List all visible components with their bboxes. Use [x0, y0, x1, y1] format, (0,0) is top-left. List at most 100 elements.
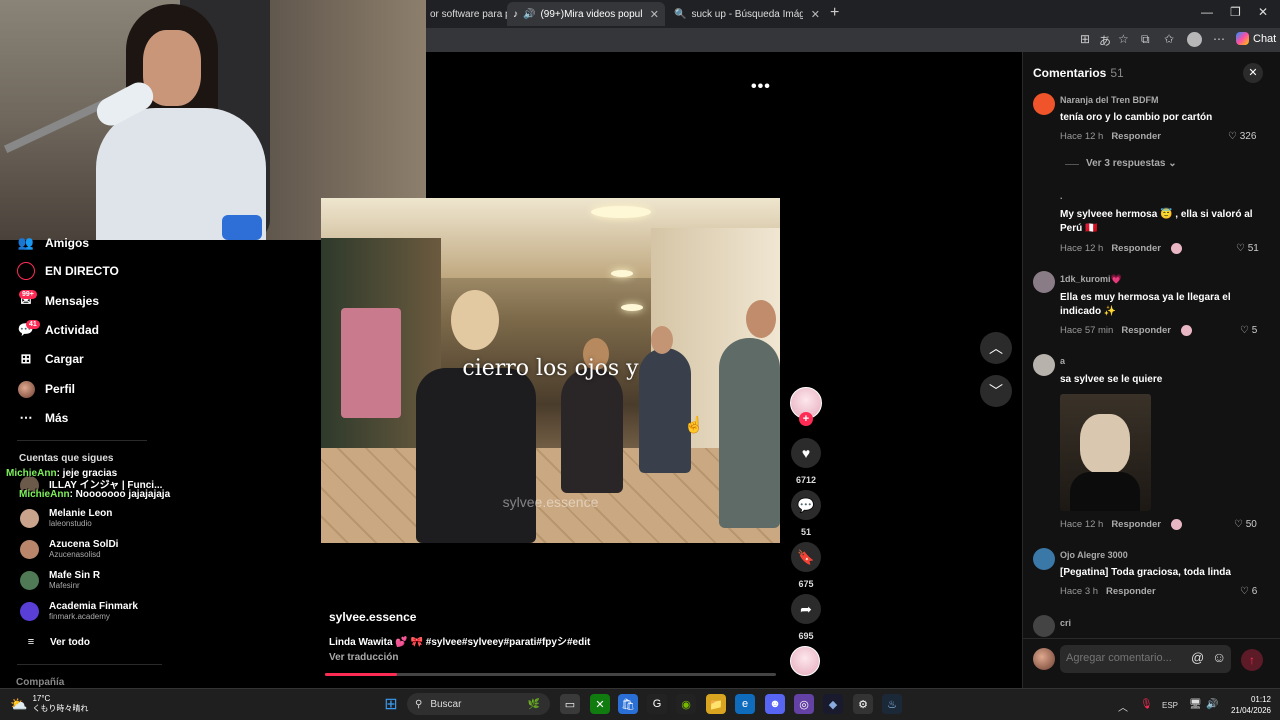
mention-icon[interactable]: @: [1191, 650, 1204, 665]
comment-username[interactable]: .: [1060, 191, 1063, 201]
windows-start-icon[interactable]: ⊞: [381, 694, 401, 714]
sidebar-item-cargar[interactable]: ⊞ Cargar: [17, 350, 84, 368]
browser-tab[interactable]: 🔍 suck up - Búsqueda Imágenes ✕: [668, 2, 826, 26]
chat-username: MichieAnn: [19, 489, 70, 500]
sidebar-item-amigos[interactable]: 👥 Amigos: [17, 234, 89, 252]
taskbar-search[interactable]: ⚲ Buscar 🌿: [407, 693, 550, 715]
reply-button[interactable]: Responder: [1111, 131, 1161, 142]
store-icon[interactable]: 🛍: [618, 694, 638, 714]
share-button[interactable]: ➦: [791, 594, 821, 624]
comment-like-button[interactable]: ♡ 326: [1228, 131, 1256, 142]
copilot-chat-button[interactable]: Chat: [1236, 32, 1276, 45]
file-explorer-icon[interactable]: 📁: [706, 694, 726, 714]
reply-button[interactable]: Responder: [1111, 243, 1161, 254]
see-all-link[interactable]: ≡ Ver todo: [22, 633, 90, 651]
followed-account[interactable]: Azucena SolDi Azucenasolisd: [20, 539, 118, 560]
sidebar-item-perfil[interactable]: Perfil: [17, 380, 75, 398]
follow-plus-icon[interactable]: +: [799, 412, 813, 426]
extensions-icon[interactable]: ⧉: [1141, 32, 1150, 47]
close-comments-button[interactable]: ✕: [1243, 63, 1263, 83]
music-disc-avatar[interactable]: [790, 646, 820, 676]
comment-username[interactable]: a: [1060, 356, 1065, 366]
comment-like-button[interactable]: ♡ 50: [1234, 519, 1257, 530]
comment-avatar[interactable]: [1033, 548, 1055, 570]
video-progress-bar[interactable]: [325, 673, 776, 676]
reply-button[interactable]: Responder: [1106, 586, 1156, 597]
comment-image-face: [1080, 414, 1130, 474]
reply-button[interactable]: Responder: [1111, 519, 1161, 530]
edge-browser-icon[interactable]: e: [735, 694, 755, 714]
next-video-button[interactable]: ﹀: [980, 375, 1012, 407]
send-comment-button[interactable]: ↑: [1241, 649, 1263, 671]
video-more-options-icon[interactable]: •••: [751, 78, 771, 96]
window-close-icon[interactable]: ✕: [1258, 5, 1268, 19]
sidebar-divider: [17, 664, 162, 665]
restore-icon[interactable]: ❐: [1230, 5, 1241, 19]
comment-button[interactable]: 💬: [791, 490, 821, 520]
steam-icon[interactable]: ♨: [882, 694, 902, 714]
twitch-studio-icon[interactable]: ◎: [794, 694, 814, 714]
close-tab-icon[interactable]: ✕: [650, 8, 659, 21]
xbox-icon[interactable]: ✕: [590, 694, 610, 714]
epic-games-icon[interactable]: G: [647, 694, 667, 714]
microphone-tray-icon[interactable]: 🎙: [1140, 699, 1153, 710]
comment-like-button[interactable]: ♡ 5: [1240, 325, 1257, 336]
view-replies-button[interactable]: Ver 3 respuestas ⌄: [1086, 158, 1177, 169]
favorites-icon[interactable]: ✩: [1164, 32, 1174, 46]
volume-icon[interactable]: 🔊: [1206, 699, 1218, 710]
language-indicator[interactable]: ESP: [1162, 701, 1178, 710]
weather-widget[interactable]: ⛅ 17°C くもり時々晴れ: [10, 694, 88, 714]
previous-video-button[interactable]: ︿: [980, 332, 1012, 364]
followed-account[interactable]: Melanie Leon laleonstudio: [20, 508, 112, 529]
browser-profile-avatar[interactable]: [1187, 32, 1202, 47]
comment-username[interactable]: cri: [1060, 618, 1071, 628]
followed-account[interactable]: Mafe Sin R Mafesinr: [20, 570, 100, 591]
menu-dots-icon[interactable]: ⋯: [1213, 32, 1225, 46]
comment-meta: Hace 12 h Responder: [1060, 243, 1182, 254]
video-username[interactable]: sylvee.essence: [329, 610, 416, 624]
activity-badge: 41: [26, 320, 40, 329]
tray-chevron-icon[interactable]: ︿: [1118, 699, 1128, 714]
sidebar-item-live[interactable]: EN DIRECTO: [17, 262, 119, 280]
my-avatar: [1033, 648, 1055, 670]
followed-account[interactable]: Academia Finmark finmark.academy: [20, 601, 138, 622]
settings-app-icon[interactable]: ⚙: [853, 694, 873, 714]
browser-tab[interactable]: or software para p: [424, 2, 508, 26]
arrow-up-icon: ↑: [1249, 653, 1255, 667]
app-icon[interactable]: ◆: [823, 694, 843, 714]
comment-username[interactable]: Ojo Alegre 3000: [1060, 550, 1128, 560]
like-button[interactable]: ♥: [791, 438, 821, 468]
speaker-icon[interactable]: 🔊: [523, 9, 535, 20]
emoji-icon[interactable]: ☺: [1212, 649, 1226, 665]
comment-avatar[interactable]: [1033, 615, 1055, 637]
sidebar-item-mas[interactable]: ⋯ Más: [17, 409, 69, 427]
discord-icon[interactable]: ☻: [765, 694, 785, 714]
browser-tab-active[interactable]: ♪ 🔊 (99+)Mira videos populares s ✕: [507, 2, 665, 26]
comment-input[interactable]: [1066, 652, 1190, 664]
favorite-star-icon[interactable]: ☆: [1118, 32, 1129, 46]
app-available-icon[interactable]: ⊞: [1080, 32, 1090, 46]
account-handle: Azucenasolisd: [49, 550, 101, 559]
comment-image[interactable]: [1060, 394, 1151, 511]
comment-avatar[interactable]: [1033, 271, 1055, 293]
close-tab-icon[interactable]: ✕: [811, 8, 820, 21]
nvidia-icon[interactable]: ◉: [676, 694, 696, 714]
comment-like-button[interactable]: ♡ 6: [1240, 586, 1257, 597]
new-tab-button[interactable]: +: [830, 4, 839, 22]
translate-link[interactable]: Ver traducción: [329, 652, 398, 663]
reply-button[interactable]: Responder: [1121, 325, 1171, 336]
task-view-icon[interactable]: ▭: [560, 694, 580, 714]
minimize-icon[interactable]: —: [1201, 5, 1213, 19]
sidebar-item-label: Perfil: [45, 382, 76, 396]
network-icon[interactable]: 🖥: [1189, 699, 1202, 710]
comment-avatar[interactable]: [1033, 93, 1055, 115]
video-player[interactable]: cierro los ojos y sylvee.essence: [321, 198, 780, 543]
taskbar-clock[interactable]: 01:12 21/04/2026: [1225, 694, 1271, 716]
comment-username[interactable]: Naranja del Tren BDFM: [1060, 95, 1159, 105]
save-button[interactable]: 🔖: [791, 542, 821, 572]
translate-icon[interactable]: あ: [1099, 32, 1111, 49]
comment-like-button[interactable]: ♡ 51: [1236, 243, 1259, 254]
account-avatar: [20, 602, 39, 621]
comment-avatar[interactable]: [1033, 354, 1055, 376]
comment-username[interactable]: 1dk_kuromi💗: [1060, 274, 1122, 285]
